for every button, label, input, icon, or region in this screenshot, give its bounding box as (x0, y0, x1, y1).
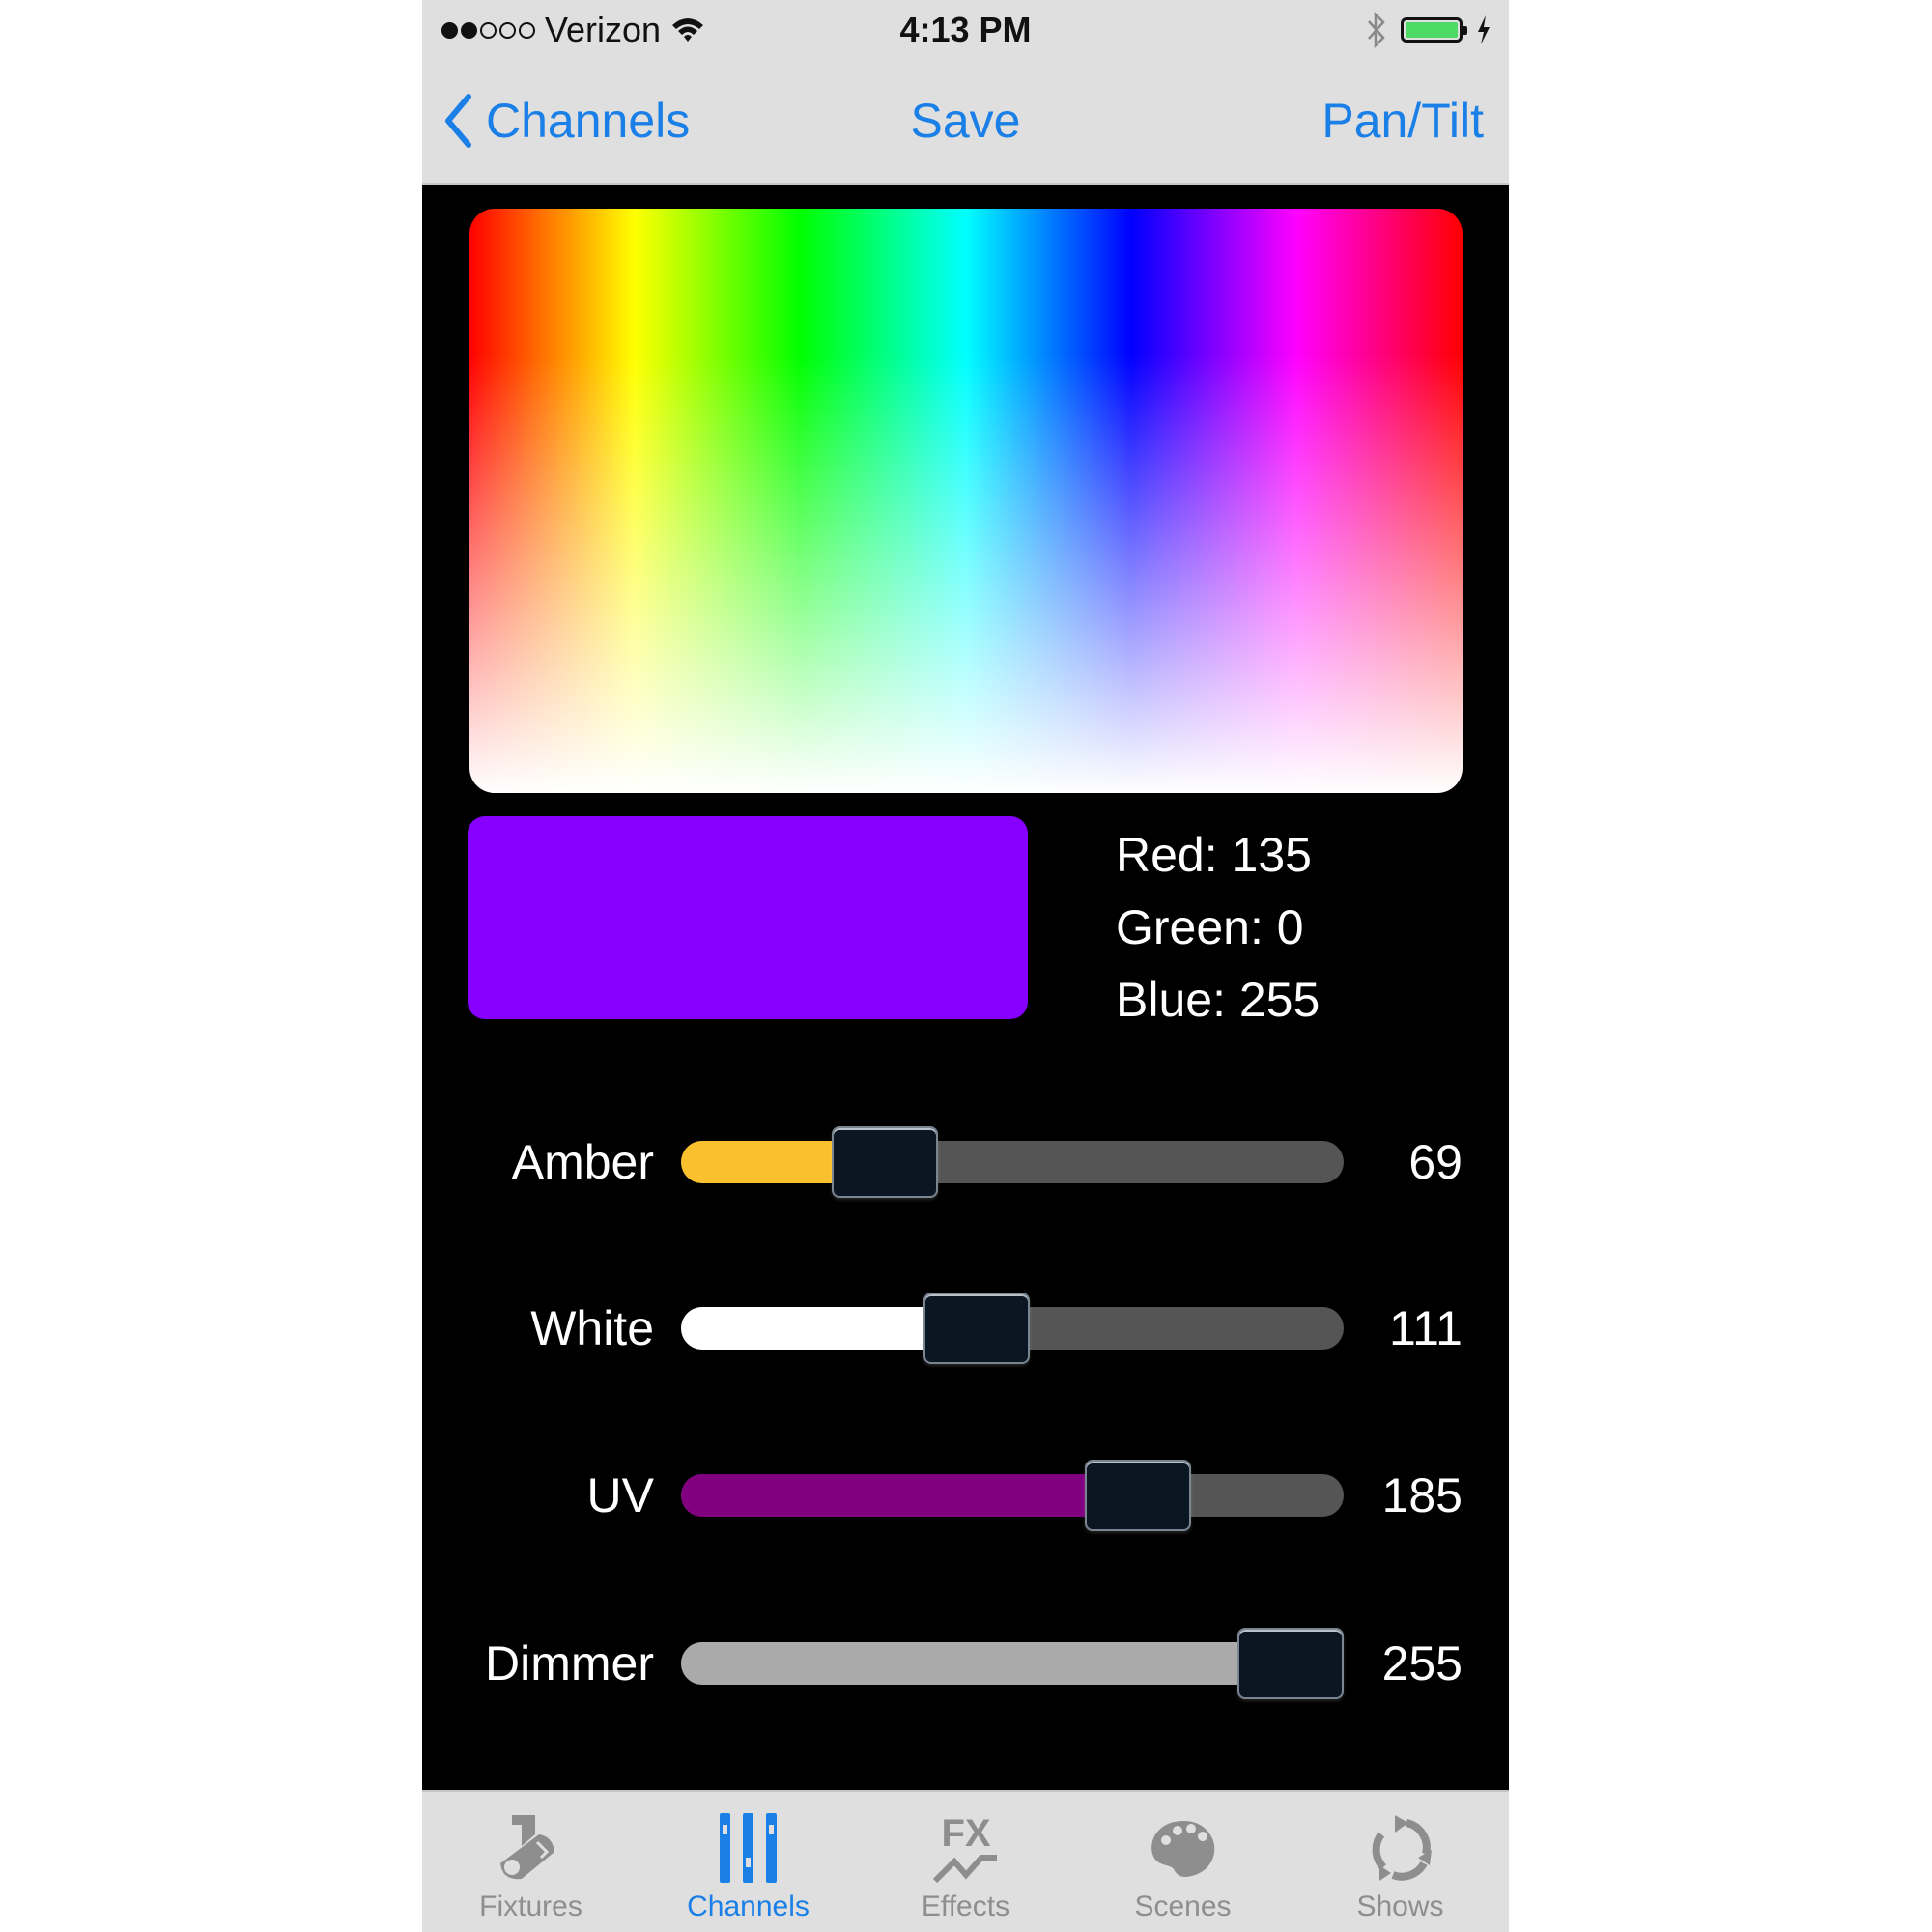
tab-label: Scenes (1134, 1890, 1232, 1922)
blue-value: Blue: 255 (1116, 973, 1321, 1027)
rgb-readout: Red: 135 Green: 0 Blue: 255 (1116, 819, 1320, 1037)
fx-icon: FX (932, 1812, 997, 1884)
battery-icon (1401, 17, 1467, 43)
slider-row-amber: Amber 69 (422, 1119, 1509, 1206)
dimmer-slider-thumb[interactable] (1237, 1628, 1344, 1699)
tab-label: Channels (687, 1890, 810, 1922)
status-time: 4:13 PM (899, 10, 1032, 49)
tab-fixtures[interactable]: Fixtures (422, 1792, 639, 1932)
uv-slider-thumb[interactable] (1084, 1460, 1191, 1531)
charging-bolt-icon (1478, 15, 1490, 44)
tab-shows[interactable]: Shows (1292, 1792, 1509, 1932)
slider-value: 255 (1381, 1636, 1463, 1690)
phone-screen: Verizon 4:13 PM Channels Save Pan/Tilt R… (422, 0, 1509, 1932)
tab-channels[interactable]: Channels (639, 1792, 857, 1932)
slider-value: 111 (1388, 1301, 1463, 1355)
slider-label: UV (586, 1468, 654, 1522)
navigation-bar: Channels Save Pan/Tilt (422, 60, 1509, 185)
tab-label: Effects (921, 1890, 1010, 1922)
back-button[interactable]: Channels (443, 87, 690, 155)
slider-row-white: White 111 (422, 1285, 1509, 1372)
status-bar: Verizon 4:13 PM (422, 0, 1509, 60)
slider-value: 185 (1381, 1468, 1463, 1522)
selected-color-swatch (468, 816, 1028, 1019)
tab-scenes[interactable]: Scenes (1074, 1792, 1292, 1932)
amber-slider-track[interactable] (681, 1141, 1344, 1183)
green-value: Green: 0 (1116, 900, 1304, 954)
white-slider-thumb[interactable] (923, 1293, 1030, 1364)
chevron-left-icon (445, 94, 471, 148)
amber-slider-thumb[interactable] (831, 1126, 938, 1198)
back-button-label: Channels (486, 94, 691, 148)
uv-slider-track[interactable] (681, 1474, 1344, 1517)
status-right (1366, 8, 1492, 52)
save-button[interactable]: Save (911, 94, 1021, 148)
cycle-arrows-icon (1372, 1815, 1432, 1881)
slider-fill (681, 1474, 1138, 1517)
slider-label: Amber (511, 1135, 654, 1189)
pan-tilt-button[interactable]: Pan/Tilt (1321, 87, 1484, 155)
tab-effects[interactable]: FX Effects (857, 1792, 1074, 1932)
bluetooth-icon (1368, 11, 1385, 49)
fixture-spotlight-icon (499, 1815, 554, 1880)
slider-value: 69 (1408, 1135, 1463, 1189)
tab-label: Fixtures (479, 1890, 582, 1922)
slider-row-dimmer: Dimmer 255 (422, 1620, 1509, 1707)
svg-text:FX: FX (941, 1812, 990, 1855)
slider-label: White (530, 1301, 654, 1355)
color-picker-spectrum[interactable] (469, 209, 1463, 793)
tab-label: Shows (1356, 1890, 1444, 1922)
tab-bar: Fixtures Channels FX Effects Scenes Show… (422, 1790, 1509, 1932)
palette-icon (1151, 1821, 1214, 1877)
sliders-icon (719, 1813, 777, 1883)
red-value: Red: 135 (1116, 828, 1312, 882)
slider-row-uv: UV 185 (422, 1452, 1509, 1539)
slider-label: Dimmer (485, 1636, 654, 1690)
slider-fill (681, 1642, 1291, 1685)
